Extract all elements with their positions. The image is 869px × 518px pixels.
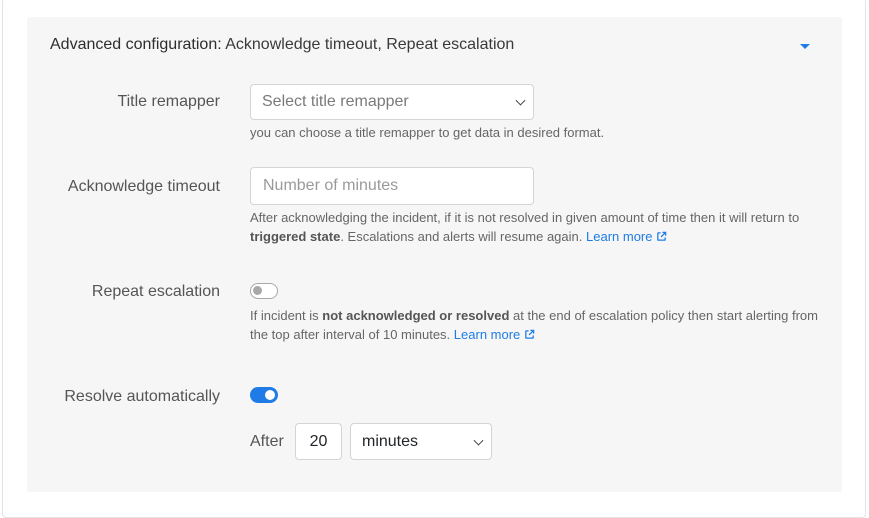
help-text: . Escalations and alerts will resume aga…	[340, 229, 583, 244]
external-link-icon	[525, 329, 535, 339]
title-remapper-select-value: Select title remapper	[262, 93, 409, 110]
acknowledge-timeout-help: After acknowledging the incident, if it …	[250, 208, 830, 246]
external-link-icon	[657, 231, 667, 241]
help-text: If incident is	[250, 308, 319, 323]
acknowledge-timeout-label: Acknowledge timeout	[67, 178, 220, 195]
title-remapper-label: Title remapper	[117, 93, 220, 110]
resolve-after-unit-value: minutes	[362, 432, 419, 450]
after-label: After	[250, 433, 284, 450]
repeat-escalation-learn-more-link[interactable]: Learn more	[454, 327, 535, 342]
resolve-automatically-label: Resolve automatically	[64, 388, 220, 405]
resolve-after-value-input[interactable]: 20	[295, 423, 342, 460]
caret-down-icon[interactable]	[800, 44, 810, 49]
acknowledge-timeout-learn-more-link[interactable]: Learn more	[586, 229, 667, 244]
advanced-configuration-panel: Advanced configuration: Acknowledge time…	[27, 17, 842, 492]
help-text: After acknowledging the incident, if it …	[250, 210, 800, 225]
advanced-configuration-summary: Acknowledge timeout, Repeat escalation	[225, 36, 515, 53]
repeat-escalation-help: If incident is not acknowledged or resol…	[250, 306, 830, 344]
repeat-escalation-label: Repeat escalation	[91, 283, 220, 300]
help-bold-text: not acknowledged or resolved	[322, 308, 510, 323]
repeat-escalation-toggle[interactable]	[250, 283, 278, 299]
learn-more-text: Learn more	[586, 229, 653, 244]
resolve-after-value: 20	[309, 432, 328, 450]
help-bold-text: triggered state	[250, 229, 341, 244]
resolve-automatically-toggle[interactable]	[250, 387, 278, 403]
advanced-configuration-label: Advanced configuration:	[50, 36, 222, 53]
learn-more-text: Learn more	[453, 327, 521, 342]
acknowledge-timeout-placeholder: Number of minutes	[263, 177, 399, 194]
toggle-knob	[265, 389, 275, 400]
advanced-configuration-toggle[interactable]: Advanced configuration: Acknowledge time…	[50, 36, 514, 54]
acknowledge-timeout-input[interactable]: Number of minutes	[250, 167, 534, 205]
chevron-down-icon	[515, 95, 526, 106]
title-remapper-help: you can choose a title remapper to get d…	[250, 125, 605, 140]
title-remapper-select[interactable]: Select title remapper	[250, 84, 534, 120]
resolve-after-unit-select[interactable]: minutes	[350, 423, 492, 460]
toggle-knob	[253, 286, 262, 295]
chevron-down-icon	[473, 435, 484, 446]
